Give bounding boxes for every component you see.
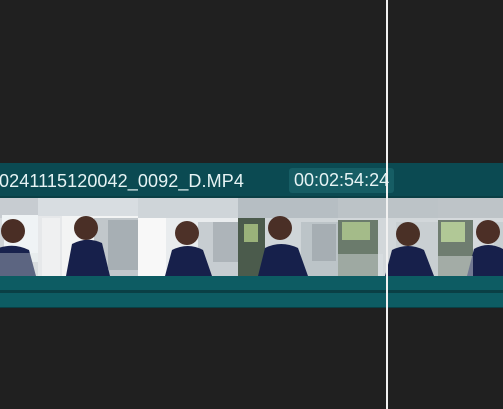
video-thumbnail <box>38 198 138 276</box>
video-thumbnail <box>138 198 238 276</box>
playhead-line-icon[interactable] <box>386 0 388 409</box>
video-thumbnail <box>438 198 503 276</box>
video-thumbnail <box>338 198 438 276</box>
clip-duration-badge: 00:02:54:24 <box>289 168 395 193</box>
video-thumbnail <box>0 198 38 276</box>
video-editor-timeline: 0241115120042_0092_D.MP4 00:02:54:24 <box>0 0 503 409</box>
video-thumbnail <box>238 198 338 276</box>
clip-filename: 0241115120042_0092_D.MP4 <box>0 171 244 191</box>
audio-track-divider <box>0 290 503 293</box>
clip-thumbnail-strip[interactable] <box>0 198 503 276</box>
